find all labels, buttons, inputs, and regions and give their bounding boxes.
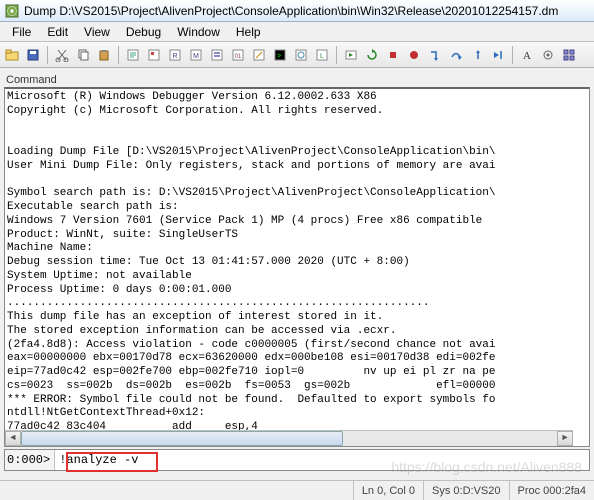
status-cursor: Ln 0, Col 0 [353,481,423,500]
command-icon[interactable]: > [270,45,290,65]
command-input[interactable] [55,450,589,470]
open-file-icon[interactable] [2,45,22,65]
menu-window[interactable]: Window [169,23,228,41]
app-icon: ⦿ [4,3,20,19]
menu-file[interactable]: File [4,23,39,41]
svg-text:01: 01 [235,54,242,60]
status-process: Proc 000:2fa4 [509,481,594,500]
output-text: Microsoft (R) Windows Debugger Version 6… [7,91,495,435]
locals-icon[interactable]: L [312,45,332,65]
run-to-icon[interactable] [488,45,508,65]
go-icon[interactable] [341,45,361,65]
scroll-left-icon[interactable]: ◄ [5,431,21,446]
copy-icon[interactable] [73,45,93,65]
arrange-icon[interactable] [559,45,579,65]
status-system: Sys 0:D:VS20 [423,481,508,500]
disasm-icon[interactable]: 01 [228,45,248,65]
step-into-icon[interactable] [425,45,445,65]
break-icon[interactable] [404,45,424,65]
menu-view[interactable]: View [76,23,118,41]
toolbar-separator [118,46,119,64]
step-over-icon[interactable] [446,45,466,65]
scrollbar-track[interactable] [21,431,557,446]
step-out-icon[interactable] [467,45,487,65]
properties-icon[interactable] [144,45,164,65]
memory-icon[interactable]: M [186,45,206,65]
menu-edit[interactable]: Edit [39,23,76,41]
prompt-prefix: 0:000> [5,450,55,470]
toolbar: R M 01 > L A [0,42,594,68]
stop-icon[interactable] [383,45,403,65]
horizontal-scrollbar[interactable]: ◄ ► [5,430,573,446]
source-icon[interactable] [123,45,143,65]
menu-bar: File Edit View Debug Window Help [0,22,594,42]
svg-text:R: R [172,53,177,60]
options-icon[interactable] [538,45,558,65]
scroll-right-icon[interactable]: ► [557,431,573,446]
menu-help[interactable]: Help [228,23,269,41]
command-output[interactable]: Microsoft (R) Windows Debugger Version 6… [4,87,590,447]
watch-icon[interactable] [291,45,311,65]
callstack-icon[interactable] [207,45,227,65]
title-bar: ⦿ Dump D:\VS2015\Project\AlivenProject\C… [0,0,594,22]
svg-text:L: L [320,53,324,60]
svg-text:>: > [277,53,281,60]
scratch-icon[interactable] [249,45,269,65]
command-prompt: 0:000> [4,449,590,471]
svg-text:A: A [523,50,531,62]
restart-icon[interactable] [362,45,382,65]
cut-icon[interactable] [52,45,72,65]
status-bar: Ln 0, Col 0 Sys 0:D:VS20 Proc 000:2fa4 [0,480,594,500]
svg-text:M: M [193,53,199,60]
font-icon[interactable]: A [517,45,537,65]
command-label: Command [4,74,590,86]
svg-text:⦿: ⦿ [7,6,17,18]
command-window: Command Microsoft (R) Windows Debugger V… [4,74,590,447]
registers-icon[interactable]: R [165,45,185,65]
paste-icon[interactable] [94,45,114,65]
toolbar-separator [512,46,513,64]
scrollbar-thumb[interactable] [21,431,343,446]
window-title: Dump D:\VS2015\Project\AlivenProject\Con… [24,4,558,18]
toolbar-separator [336,46,337,64]
save-icon[interactable] [23,45,43,65]
menu-debug[interactable]: Debug [118,23,169,41]
toolbar-separator [47,46,48,64]
